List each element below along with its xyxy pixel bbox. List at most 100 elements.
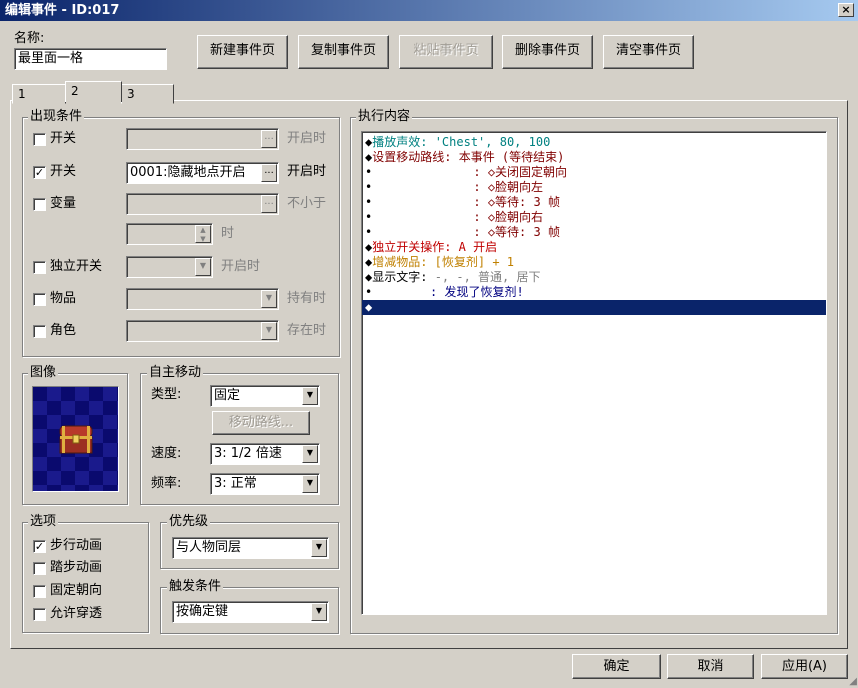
freq-label: 频率:	[151, 476, 182, 491]
chevron-down-icon[interactable]: ▼	[261, 322, 277, 340]
freq-value: 3: 正常	[214, 476, 257, 491]
variable-checkbox[interactable]	[33, 198, 46, 211]
command-line[interactable]: • : ◇关闭固定朝向	[362, 165, 826, 180]
chevron-down-icon[interactable]: ▼	[302, 475, 318, 493]
switch1-ellipsis-button[interactable]: ...	[261, 130, 277, 148]
command-line[interactable]: • : ◇脸朝向右	[362, 210, 826, 225]
tab-2[interactable]: 2	[65, 81, 122, 102]
command-line[interactable]: • : ◇脸朝向左	[362, 180, 826, 195]
switch2-value: 0001:隐藏地点开启	[130, 165, 246, 180]
paste-page-button[interactable]: 粘贴事件页	[399, 35, 493, 69]
item-checkbox[interactable]	[33, 293, 46, 306]
switch1-suffix: 开启时	[287, 131, 327, 146]
tab-3[interactable]: 3	[121, 84, 174, 104]
close-icon: ×	[841, 3, 851, 16]
item-select[interactable]: ▼	[126, 288, 279, 310]
chevron-down-icon[interactable]: ▼	[311, 603, 327, 621]
chevron-down-icon[interactable]: ▼	[261, 290, 277, 308]
clear-page-button[interactable]: 清空事件页	[603, 35, 694, 69]
self-switch-checkbox[interactable]	[33, 261, 46, 274]
actor-checkbox[interactable]	[33, 325, 46, 338]
variable-label: 变量	[50, 196, 77, 211]
actor-label: 角色	[50, 323, 77, 338]
speed-label: 速度:	[151, 446, 182, 461]
tab-1[interactable]: 1	[12, 84, 66, 104]
command-text: 增减物品: [恢复剂] + 1	[372, 255, 515, 269]
switch2-checkbox[interactable]: ✓	[33, 166, 46, 179]
command-line[interactable]: ◆设置移动路线: 本事件 (等待结束)	[362, 150, 826, 165]
variable-value-spinner[interactable]: ▲ ▼	[126, 223, 213, 245]
new-page-button[interactable]: 新建事件页	[197, 35, 288, 69]
autonomous-title: 自主移动	[147, 365, 204, 380]
image-title: 图像	[28, 365, 59, 380]
command-line[interactable]: ◆播放声效: 'Chest', 80, 100	[362, 135, 826, 150]
self-switch-suffix: 开启时	[221, 259, 261, 274]
command-line[interactable]: • : 发现了恢复剂!	[362, 285, 826, 300]
variable-unit: 时	[221, 226, 235, 241]
trigger-title: 触发条件	[167, 579, 224, 594]
variable-suffix: 不小于	[287, 196, 327, 211]
chevron-down-icon[interactable]: ▼	[302, 387, 318, 405]
walk-anim-label: 步行动画	[50, 538, 103, 553]
command-line[interactable]: ◆独立开关操作: A 开启	[362, 240, 826, 255]
direction-fix-label: 固定朝向	[50, 583, 103, 598]
contents-title: 执行内容	[356, 109, 413, 124]
command-bullet: ◆	[365, 300, 373, 314]
cancel-button[interactable]: 取消	[667, 654, 754, 679]
chevron-down-icon[interactable]: ▼	[195, 258, 211, 276]
command-line[interactable]: ◆显示文字: -, -, 普通, 居下	[362, 270, 826, 285]
step-anim-checkbox[interactable]	[33, 562, 46, 575]
priority-value: 与人物同层	[176, 540, 242, 555]
switch2-ellipsis-button[interactable]: ...	[261, 164, 277, 182]
copy-page-button[interactable]: 复制事件页	[298, 35, 389, 69]
command-text: 显示文字:	[372, 270, 428, 284]
switch1-label: 开关	[50, 131, 77, 146]
type-value: 固定	[214, 388, 241, 403]
priority-select[interactable]: 与人物同层 ▼	[172, 537, 329, 559]
self-switch-label: 独立开关	[50, 259, 103, 274]
through-checkbox[interactable]	[33, 608, 46, 621]
variable-field[interactable]: ...	[126, 193, 279, 215]
move-route-button[interactable]: 移动路线...	[212, 411, 310, 435]
close-button[interactable]: ×	[838, 3, 854, 17]
ok-button[interactable]: 确定	[572, 654, 661, 679]
command-text: : ◇等待: 3 帧	[372, 225, 560, 239]
freq-select[interactable]: 3: 正常 ▼	[210, 473, 320, 495]
resize-grip-icon[interactable]: ◢	[849, 677, 857, 687]
item-suffix: 持有时	[287, 291, 327, 306]
command-text: 'Chest', 80, 100	[427, 135, 551, 149]
speed-select[interactable]: 3: 1/2 倍速 ▼	[210, 443, 320, 465]
self-switch-select[interactable]: ▼	[126, 256, 213, 278]
chevron-down-icon[interactable]: ▼	[311, 539, 327, 557]
command-text: : ◇关闭固定朝向	[372, 165, 568, 179]
command-line[interactable]: ◆增减物品: [恢复剂] + 1	[362, 255, 826, 270]
actor-select[interactable]: ▼	[126, 320, 279, 342]
name-label: 名称:	[14, 31, 45, 46]
walk-anim-checkbox[interactable]: ✓	[33, 540, 46, 553]
command-text: 独立开关操作: A 开启	[372, 240, 498, 254]
command-text: 本事件 (等待结束)	[451, 150, 565, 164]
type-label: 类型:	[151, 387, 182, 402]
switch2-field[interactable]: 0001:隐藏地点开启...	[126, 162, 279, 184]
options-title: 选项	[28, 514, 59, 529]
command-list[interactable]: ◆播放声效: 'Chest', 80, 100 ◆设置移动路线: 本事件 (等待结…	[361, 131, 827, 615]
switch1-checkbox[interactable]	[33, 133, 46, 146]
delete-page-button[interactable]: 删除事件页	[502, 35, 593, 69]
command-line[interactable]: • : ◇等待: 3 帧	[362, 225, 826, 240]
window-title: 编辑事件 - ID:017	[5, 3, 120, 18]
name-input[interactable]: 最里面一格	[14, 48, 167, 70]
switch1-field[interactable]: ...	[126, 128, 279, 150]
trigger-select[interactable]: 按确定键 ▼	[172, 601, 329, 623]
variable-ellipsis-button[interactable]: ...	[261, 195, 277, 213]
spinner-arrows-icon[interactable]: ▲ ▼	[195, 225, 211, 243]
command-text: : ◇脸朝向右	[372, 210, 544, 224]
command-line[interactable]: ◆	[362, 300, 826, 315]
event-graphic[interactable]	[32, 386, 119, 492]
type-select[interactable]: 固定 ▼	[210, 385, 320, 407]
direction-fix-checkbox[interactable]	[33, 585, 46, 598]
command-text: -, -, 普通, 居下	[427, 270, 541, 284]
item-label: 物品	[50, 291, 77, 306]
apply-button[interactable]: 应用(A)	[761, 654, 848, 679]
command-line[interactable]: • : ◇等待: 3 帧	[362, 195, 826, 210]
chevron-down-icon[interactable]: ▼	[302, 445, 318, 463]
